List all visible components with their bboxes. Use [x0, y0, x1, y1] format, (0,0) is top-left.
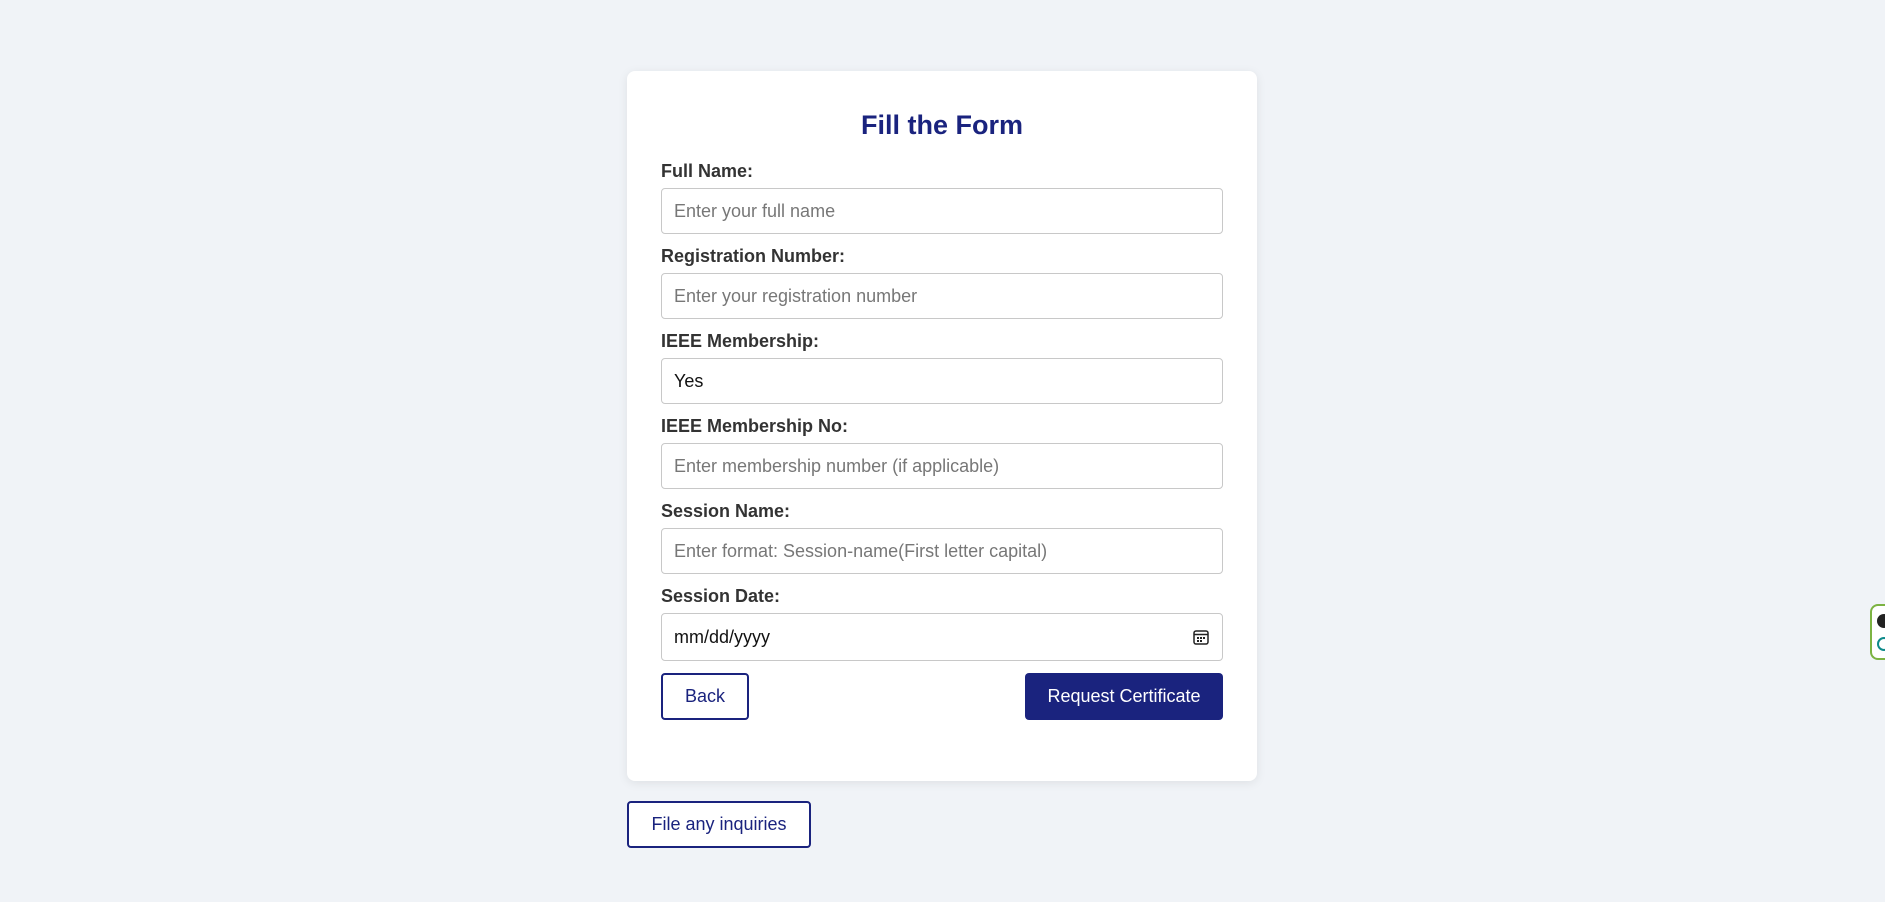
session-date-value: mm/dd/yyyy: [674, 626, 771, 647]
session-date-input[interactable]: mm/dd/yyyy: [661, 613, 1223, 661]
registration-number-field: Registration Number:: [661, 246, 1223, 319]
ieee-membership-no-label: IEEE Membership No:: [661, 416, 849, 436]
form-actions: Back Request Certificate: [661, 673, 1223, 720]
side-extension-widget[interactable]: [1870, 604, 1885, 660]
session-name-field: Session Name:: [661, 501, 1223, 574]
extension-icon[interactable]: [1877, 614, 1885, 628]
file-inquiries-button[interactable]: File any inquiries: [627, 801, 811, 848]
ieee-membership-label: IEEE Membership:: [661, 331, 820, 351]
ieee-membership-no-field: IEEE Membership No:: [661, 416, 1223, 489]
request-certificate-button[interactable]: Request Certificate: [1025, 673, 1223, 720]
ieee-membership-field: IEEE Membership: Yes: [661, 331, 1223, 404]
full-name-input[interactable]: [661, 188, 1223, 234]
full-name-label: Full Name:: [661, 161, 754, 181]
ieee-membership-selected-value: Yes: [674, 370, 704, 391]
ieee-membership-select[interactable]: Yes: [661, 358, 1223, 404]
session-date-field: Session Date: mm/dd/yyyy: [661, 586, 1223, 661]
ieee-membership-no-input[interactable]: [661, 443, 1223, 489]
form-title: Fill the Form: [861, 110, 1023, 140]
calendar-icon[interactable]: [1192, 628, 1210, 646]
session-name-input[interactable]: [661, 528, 1223, 574]
registration-number-label: Registration Number:: [661, 246, 846, 266]
session-date-label: Session Date:: [661, 586, 781, 606]
full-name-field: Full Name:: [661, 161, 1223, 234]
registration-number-input[interactable]: [661, 273, 1223, 319]
back-button[interactable]: Back: [661, 673, 750, 720]
extension-secondary-icon[interactable]: [1877, 637, 1885, 651]
session-name-label: Session Name:: [661, 501, 791, 521]
certificate-form-card: Fill the Form Full Name: Registration Nu…: [627, 71, 1257, 781]
